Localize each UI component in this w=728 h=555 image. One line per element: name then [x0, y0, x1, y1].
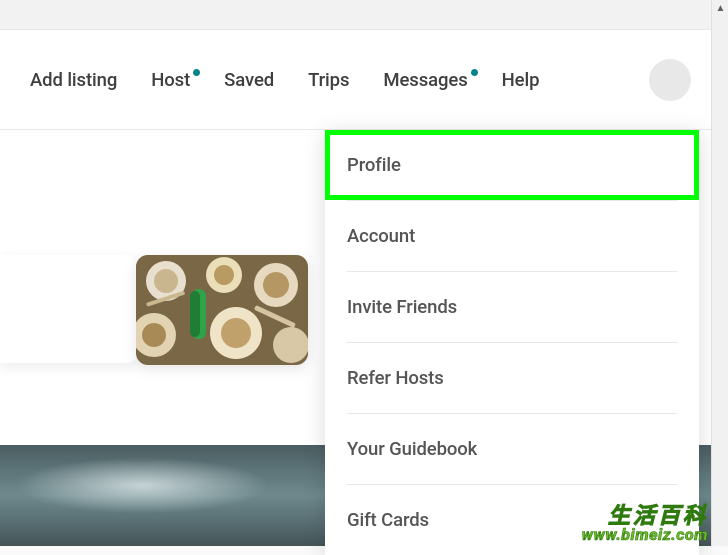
menu-item-label: Account: [347, 225, 415, 247]
notification-dot-icon: [193, 69, 200, 76]
menu-item-your-guidebook[interactable]: Your Guidebook: [325, 414, 699, 484]
menu-item-invite-friends[interactable]: Invite Friends: [325, 272, 699, 342]
vertical-scrollbar[interactable]: ▲: [711, 0, 728, 546]
nav-trips[interactable]: Trips: [308, 69, 349, 91]
watermark-title: 生活百科: [582, 505, 708, 527]
profile-dropdown-menu: Profile Account Invite Friends Refer Hos…: [325, 130, 699, 555]
menu-item-label: Refer Hosts: [347, 367, 444, 389]
watermark: 生活百科 www.bimeiz.com: [582, 505, 708, 543]
nav-label: Host: [151, 69, 190, 91]
watermark-url: www.bimeiz.com: [582, 527, 708, 543]
avatar[interactable]: [649, 59, 691, 101]
browser-top-strip: [0, 0, 711, 30]
menu-item-profile[interactable]: Profile: [325, 130, 699, 200]
nav-label: Add listing: [30, 69, 117, 91]
nav-label: Help: [502, 69, 540, 91]
menu-item-label: Invite Friends: [347, 296, 457, 318]
carousel-card-prev[interactable]: [0, 255, 140, 363]
nav-label: Messages: [383, 69, 467, 91]
nav-messages[interactable]: Messages: [383, 69, 467, 91]
menu-item-label: Profile: [347, 154, 401, 176]
carousel-card-food[interactable]: [136, 255, 308, 365]
menu-item-label: Your Guidebook: [347, 438, 477, 460]
menu-item-refer-hosts[interactable]: Refer Hosts: [325, 343, 699, 413]
nav-label: Trips: [308, 69, 349, 91]
nav-label: Saved: [224, 69, 274, 91]
scroll-up-arrow-icon[interactable]: ▲: [712, 0, 728, 17]
nav-add-listing[interactable]: Add listing: [30, 69, 117, 91]
notification-dot-icon: [471, 69, 478, 76]
nav-saved[interactable]: Saved: [224, 69, 274, 91]
nav-help[interactable]: Help: [502, 69, 540, 91]
menu-item-account[interactable]: Account: [325, 201, 699, 271]
main-navigation: Add listing Host Saved Trips Messages He…: [0, 30, 711, 130]
nav-host[interactable]: Host: [151, 69, 190, 91]
menu-item-label: Gift Cards: [347, 509, 429, 531]
